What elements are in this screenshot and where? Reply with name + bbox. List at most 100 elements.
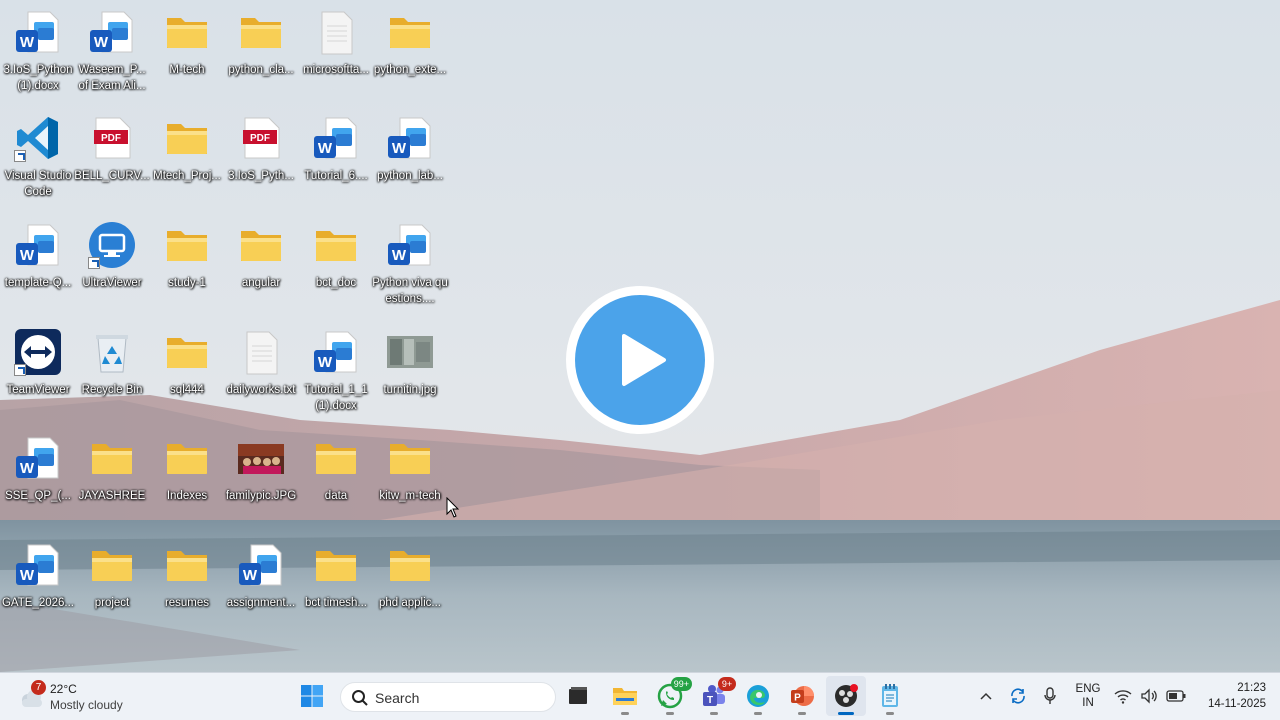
weather-widget[interactable]: 7 22°C Mostly cloudy [14,679,144,715]
desktop-icon-word[interactable]: W 3.IoS_Python (1).docx [0,0,76,104]
folder-icon [237,221,285,269]
svg-text:W: W [20,247,35,264]
desktop-icon-pdf[interactable]: PDF BELL_CURV... [74,106,150,210]
notepad-icon [882,684,898,707]
file-explorer-button[interactable] [605,676,645,716]
desktop-icon-folder[interactable]: phd applic... [372,533,448,637]
desktop-icon-word[interactable]: W Python viva questions.... [372,213,448,317]
desktop-icon-folder[interactable]: sql444 [149,320,225,424]
task-view-button[interactable] [558,676,598,716]
whatsapp-button[interactable]: 99+ [650,676,692,716]
svg-text:W: W [392,140,407,157]
teams-button[interactable]: T 9+ [694,676,736,716]
wifi-icon [1114,690,1132,704]
desktop-icon-folder[interactable]: resumes [149,533,225,637]
microphone-icon [1044,687,1056,704]
desktop-icon-folder[interactable]: Indexes [149,426,225,530]
desktop-icon-folder[interactable]: kitw_m-tech [372,426,448,530]
svg-text:W: W [318,354,333,371]
desktop-icon-folder[interactable]: data [298,426,374,530]
input-language-indicator[interactable]: ENG IN [1068,682,1108,710]
search-placeholder: Search [375,690,420,706]
desktop-icon-recycle[interactable]: Recycle Bin [74,320,150,424]
desktop-icon-folder[interactable]: Mtech_Proj... [149,106,225,210]
clock-time: 21:23 [1237,682,1266,694]
desktop-icon-label: TeamViewer [6,384,70,396]
file-icon [237,328,285,376]
desktop-icon-folder[interactable]: bct timesh... [298,533,374,637]
active-indicator [838,712,854,715]
sync-status-button[interactable] [1006,684,1030,708]
desktop-icon-label: Python viva questions.... [372,277,448,305]
mouse-cursor-icon [446,497,460,518]
desktop-icon-image[interactable]: turnitin.jpg [372,320,448,424]
desktop-icon-word[interactable]: W GATE_2026... [0,533,76,637]
desktop-icon-folder[interactable]: angular [223,213,299,317]
start-button[interactable] [292,676,332,716]
desktop-icon-label: data [324,490,348,502]
desktop-icon-label: python_exte... [373,64,447,76]
word-icon: W [14,221,62,269]
desktop-icon-folder[interactable]: JAYASHREE [74,426,150,530]
desktop-icon-label: sql444 [170,384,204,396]
network-volume-battery-button[interactable] [1114,684,1186,708]
edge-button[interactable] [738,676,778,716]
desktop-icon-folder[interactable]: bct_doc [298,213,374,317]
play-circle[interactable] [575,295,705,425]
desktop-icon-label: bct timesh... [305,597,367,609]
desktop-icon-label: template-Q... [4,277,72,289]
desktop-icon-word[interactable]: W SSE_QP_(... [0,426,76,530]
desktop-icon-label: python_lab... [377,170,443,182]
folder-icon [163,8,211,56]
desktop-icon-word[interactable]: Wassignment... [223,533,299,637]
notepad-button[interactable] [870,676,910,716]
svg-text:W: W [20,460,35,477]
desktop-icon-label: Waseem_P... of Exam Ali... [78,64,146,92]
desktop-icon-label: assignment... [226,597,296,609]
taskbar-search-box[interactable]: Search [340,682,556,712]
shortcut-arrow-icon [14,364,26,376]
desktop-icon-label: Tutorial_6.... [304,170,368,182]
desktop-icon-folder[interactable]: python_exte... [372,0,448,104]
folder-icon [312,541,360,589]
word-icon: W [14,434,62,482]
edge-icon [747,685,769,707]
desktop-icon-file[interactable]: dailyworks.txt [223,320,299,424]
weather-temperature: 22°C [50,682,77,696]
taskbar-clock[interactable]: 21:23 14-11-2025 [1196,680,1266,712]
desktop-icon-folder[interactable]: M-tech [149,0,225,104]
obs-button[interactable] [826,676,866,716]
desktop-icon-word[interactable]: Wpython_lab... [372,106,448,210]
svg-text:T: T [707,695,713,706]
desktop-icon-pdf[interactable]: PDF 3.IoS_Pyth... [223,106,299,210]
folder-icon [163,114,211,162]
microphone-button[interactable] [1040,684,1060,708]
desktop-icon-label: 3.IoS_Pyth... [228,170,294,182]
desktop-icon-ultraviewer[interactable]: UltraViewer [74,213,150,317]
play-button[interactable] [566,286,714,434]
desktop-icon-photo[interactable]: familypic.JPG [223,426,299,530]
desktop-icon-word[interactable]: W Tutorial_6.... [298,106,374,210]
desktop-icon-label: JAYASHREE [78,490,146,502]
show-hidden-icons-button[interactable] [976,684,996,708]
desktop-icon-word[interactable]: W Tutorial_1_1 (1).docx [298,320,374,424]
desktop-icon-vscode[interactable]: Visual Studio Code [0,106,76,210]
folder-icon [163,541,211,589]
ultraviewer-icon [88,221,136,269]
running-indicator [754,712,762,715]
desktop-icon-folder[interactable]: study-1 [149,213,225,317]
desktop-icon-grid: W 3.IoS_Python (1).docx W Waseem_P... of Ex… [0,0,460,640]
desktop-icon-file[interactable]: microsoftta... [298,0,374,104]
desktop-icon-label: phd applic... [378,597,441,609]
powerpoint-button[interactable]: P [782,676,822,716]
desktop-icon-teamviewer[interactable]: TeamViewer [0,320,76,424]
desktop-icon-word[interactable]: W Waseem_P... of Exam Ali... [74,0,150,104]
svg-text:P: P [794,693,801,704]
file-icon [312,8,360,56]
desktop-icon-label: Mtech_Proj... [153,170,221,182]
desktop-icon-word[interactable]: Wtemplate-Q... [0,213,76,317]
word-icon: W [312,328,360,376]
desktop-icon-folder[interactable]: project [74,533,150,637]
desktop-icon-folder[interactable]: python_cla... [223,0,299,104]
volume-icon [1141,688,1157,704]
